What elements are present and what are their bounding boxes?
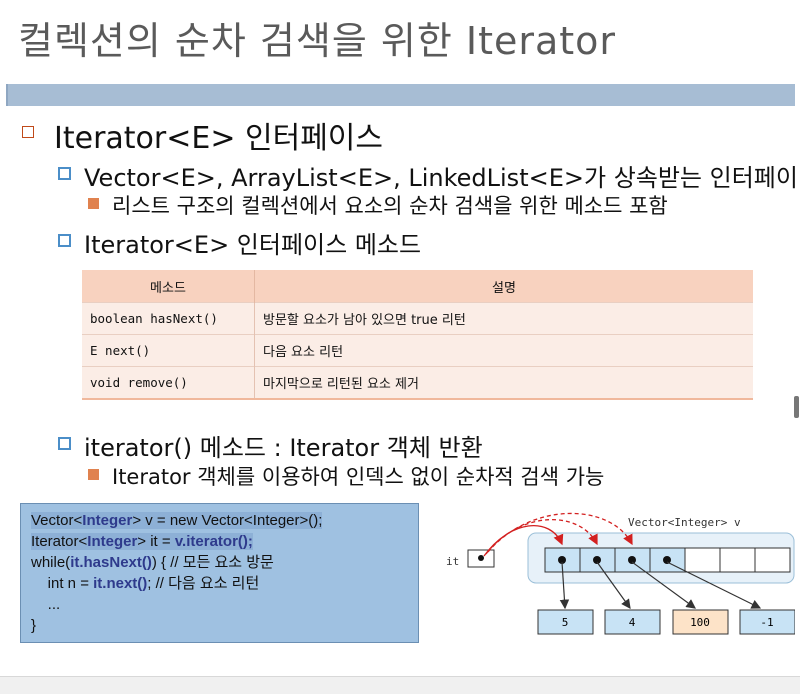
filled-square-bullet-icon bbox=[88, 469, 99, 480]
method-cell: boolean hasNext() bbox=[82, 302, 255, 335]
bullet-text: Iterator 객체를 이용하여 인덱스 없이 순차적 검색 가능 bbox=[112, 465, 605, 489]
scrollbar-thumb[interactable] bbox=[794, 396, 799, 418]
description-cell: 다음 요소 리턴 bbox=[254, 334, 753, 367]
description-cell: 방문할 요소가 남아 있으면 true 리턴 bbox=[254, 302, 753, 335]
it-label: it bbox=[446, 555, 459, 568]
table-header-method: 메소드 bbox=[82, 270, 255, 303]
bullet-text: Vector<E>, ArrayList<E>, LinkedList<E>가 … bbox=[84, 164, 798, 192]
code-line: Vector<Integer> v = new Vector<Integer>(… bbox=[31, 512, 323, 529]
iterator-diagram: Vector<Integer> v it 5 4 100 -1 bbox=[446, 512, 795, 635]
bullet-text: Iterator<E> 인터페이스 bbox=[54, 121, 384, 156]
title-band bbox=[0, 84, 795, 106]
code-line: while(it.hasNext()) { // 모든 요소 방문 bbox=[31, 554, 274, 571]
bullet-text: 리스트 구조의 컬렉션에서 요소의 순차 검색을 위한 메소드 포함 bbox=[112, 194, 668, 218]
method-cell: E next() bbox=[82, 334, 255, 367]
square-outline-bullet-icon bbox=[22, 126, 34, 138]
method-cell: void remove() bbox=[82, 366, 255, 400]
description-cell: 마지막으로 리턴된 요소 제거 bbox=[254, 366, 753, 400]
code-line: ... bbox=[31, 596, 61, 613]
slide-title: 컬렉션의 순차 검색을 위한 Iterator bbox=[18, 19, 617, 63]
value-text: 4 bbox=[629, 616, 636, 629]
vector-label: Vector<Integer> v bbox=[628, 516, 741, 529]
bullet-text: Iterator<E> 인터페이스 메소드 bbox=[84, 231, 422, 259]
table-row: E next() 다음 요소 리턴 bbox=[82, 334, 753, 367]
table-row: boolean hasNext() 방문할 요소가 남아 있으면 true 리턴 bbox=[82, 302, 753, 335]
table-header-description: 설명 bbox=[254, 270, 753, 303]
title-band-marker bbox=[0, 84, 8, 106]
value-text: -1 bbox=[760, 616, 773, 629]
code-line: int n = it.next(); // 다음 요소 리턴 bbox=[31, 575, 260, 592]
table-header-row: 메소드 설명 bbox=[82, 270, 753, 303]
value-text: 5 bbox=[562, 616, 569, 629]
table-row: void remove() 마지막으로 리턴된 요소 제거 bbox=[82, 366, 753, 400]
square-bullet-icon bbox=[58, 167, 71, 180]
code-line: } bbox=[31, 617, 37, 634]
filled-square-bullet-icon bbox=[88, 198, 99, 209]
square-bullet-icon bbox=[58, 437, 71, 450]
bullet-text: iterator() 메소드 : Iterator 객체 반환 bbox=[84, 434, 483, 462]
value-text: 100 bbox=[690, 616, 710, 629]
methods-table: 메소드 설명 boolean hasNext() 방문할 요소가 남아 있으면 … bbox=[82, 270, 753, 400]
square-bullet-icon bbox=[58, 234, 71, 247]
code-box: Vector<Integer> v = new Vector<Integer>(… bbox=[20, 503, 419, 643]
bottom-bar bbox=[0, 676, 800, 694]
code-line: Iterator<Integer> it = v.iterator(); bbox=[31, 533, 253, 550]
